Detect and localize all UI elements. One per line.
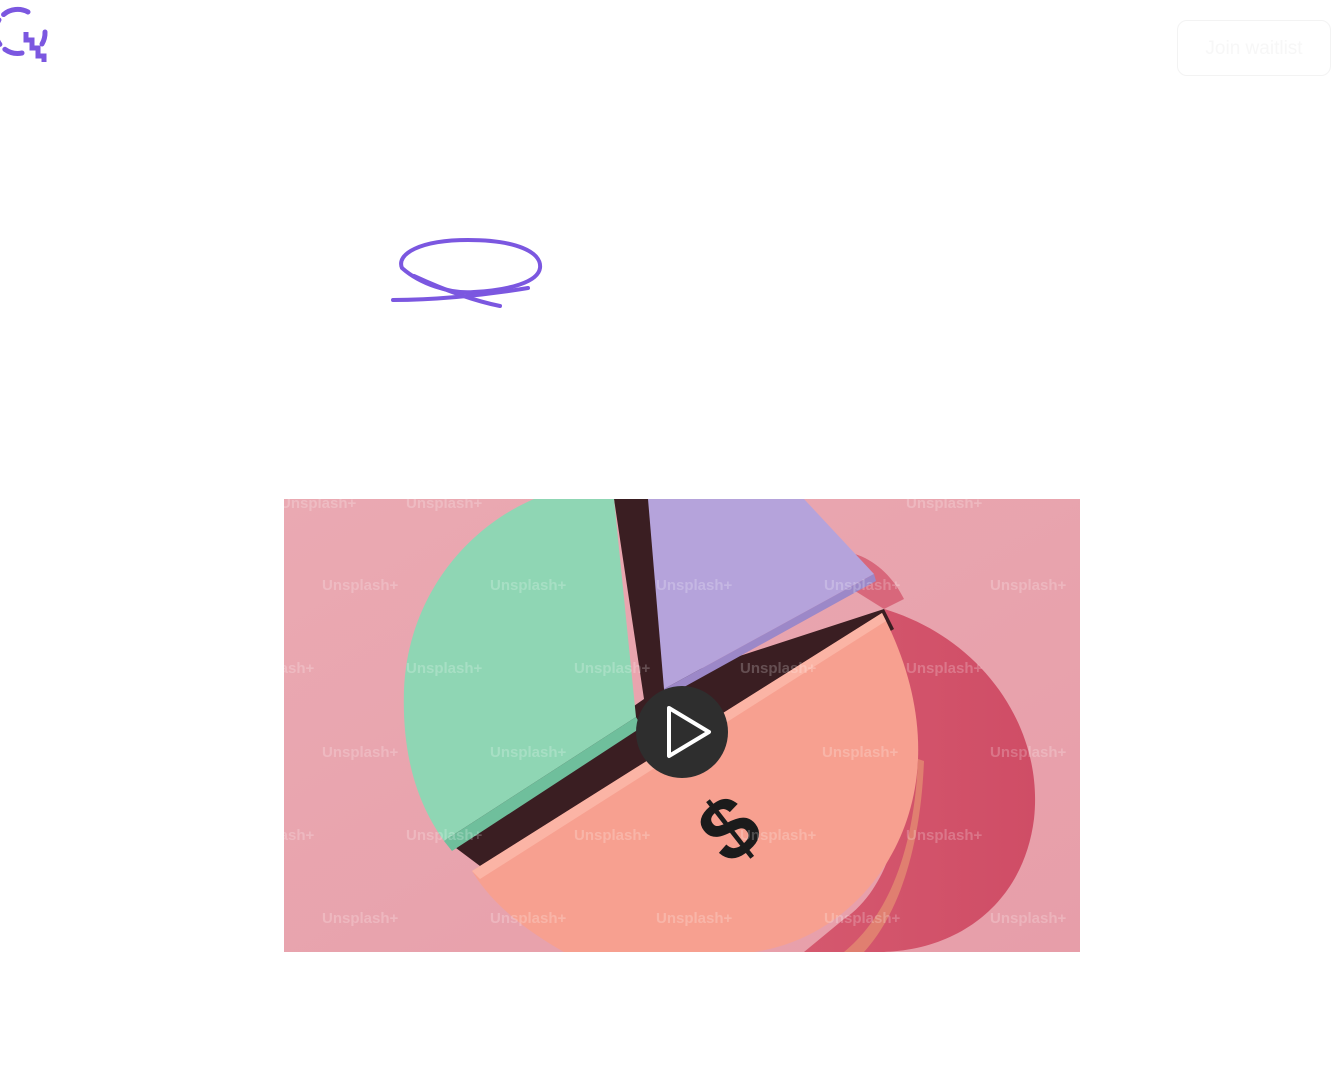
video-player[interactable]: $ Unsplash+ Unsplash+ Unsplash+ Unsplash… <box>284 499 1080 952</box>
scribble-circle-decoration <box>390 232 546 314</box>
join-waitlist-button[interactable]: Join waitlist <box>1177 20 1331 76</box>
brand-logo-icon[interactable] <box>0 6 54 64</box>
page: Join waitlist $ Unsplash+ Unsplash+ Unsp… <box>0 0 1333 1087</box>
play-button[interactable] <box>636 686 728 778</box>
play-icon <box>667 706 711 758</box>
